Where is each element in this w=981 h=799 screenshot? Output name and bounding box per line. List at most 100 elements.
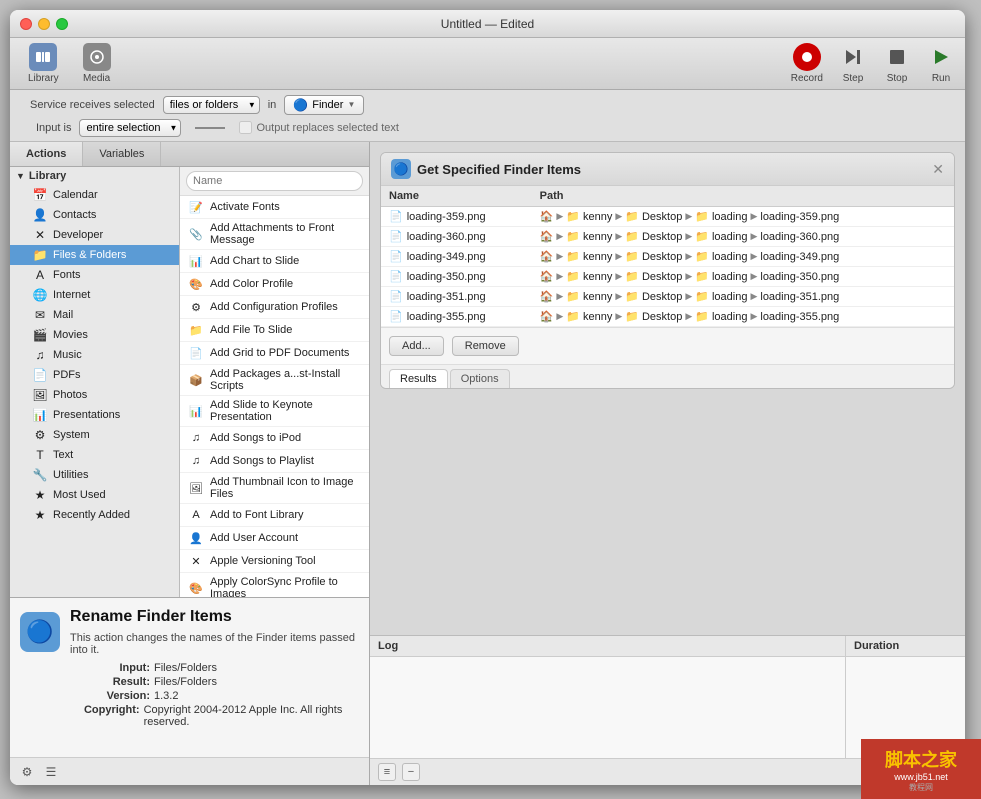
actions-container: 📝Activate Fonts📎Add Attachments to Front… <box>180 196 369 597</box>
table-row[interactable]: 📄loading-355.png 🏠 ▶ 📁 kenny ▶ 📁 Desktop… <box>381 307 954 327</box>
table-row[interactable]: 📄loading-350.png 🏠 ▶ 📁 kenny ▶ 📁 Desktop… <box>381 267 954 287</box>
action-item[interactable]: 📁Add File To Slide <box>180 319 369 342</box>
version-value: 1.3.2 <box>154 690 178 702</box>
action-item[interactable]: 📄Add Grid to PDF Documents <box>180 342 369 365</box>
tab-options[interactable]: Options <box>450 369 510 388</box>
main-window: Untitled — Edited Library Media Record <box>10 10 965 785</box>
sidebar-items-container: 📅Calendar👤Contacts✕Developer📁Files & Fol… <box>10 185 179 525</box>
gear-button[interactable]: ⚙ <box>18 763 36 781</box>
library-section-header[interactable]: ▼ Library <box>10 167 179 185</box>
action-card: 🔵 Get Specified Finder Items ✕ Name Path <box>380 152 955 389</box>
maximize-button[interactable] <box>56 18 68 30</box>
actions-list: 📝Activate Fonts📎Add Attachments to Front… <box>180 167 369 597</box>
sidebar-item-mail[interactable]: ✉Mail <box>10 305 179 325</box>
table-row[interactable]: 📄loading-359.png 🏠 ▶ 📁 kenny ▶ 📁 Desktop… <box>381 207 954 227</box>
table-row[interactable]: 📄loading-349.png 🏠 ▶ 📁 kenny ▶ 📁 Desktop… <box>381 247 954 267</box>
table-row[interactable]: 📄loading-351.png 🏠 ▶ 📁 kenny ▶ 📁 Desktop… <box>381 287 954 307</box>
library-panel: ▼ Library 📅Calendar👤Contacts✕Developer📁F… <box>10 167 369 597</box>
sidebar-item-calendar[interactable]: 📅Calendar <box>10 185 179 205</box>
step-label: Step <box>843 73 864 84</box>
search-input[interactable] <box>186 171 363 191</box>
output-replaces-label: Output replaces selected text <box>256 122 398 134</box>
sidebar-item-pdfs[interactable]: 📄PDFs <box>10 365 179 385</box>
sidebar-item-music[interactable]: ♫Music <box>10 345 179 365</box>
tab-results[interactable]: Results <box>389 369 448 388</box>
action-item[interactable]: 📊Add Chart to Slide <box>180 250 369 273</box>
sidebar-item-utilities[interactable]: 🔧Utilities <box>10 465 179 485</box>
action-item[interactable]: 📦Add Packages a...st-Install Scripts <box>180 365 369 396</box>
minimize-button[interactable] <box>38 18 50 30</box>
library-button[interactable]: Library <box>20 39 67 88</box>
step-button[interactable]: Step <box>839 43 867 84</box>
input-is-label: Input is <box>36 122 71 134</box>
sidebar-item-internet[interactable]: 🌐Internet <box>10 285 179 305</box>
log-clear-btn[interactable]: − <box>402 763 420 781</box>
remove-button[interactable]: Remove <box>452 336 519 356</box>
list-button[interactable]: ☰ <box>42 763 60 781</box>
action-item[interactable]: ✕Apple Versioning Tool <box>180 550 369 573</box>
copyright-label: Copyright: <box>70 704 140 728</box>
service-bar: Service receives selected files or folde… <box>10 90 965 142</box>
action-item[interactable]: 🎨Apply ColorSync Profile to Images <box>180 573 369 597</box>
action-item[interactable]: 📊Add Slide to Keynote Presentation <box>180 396 369 427</box>
sidebar-item-presentations[interactable]: 📊Presentations <box>10 405 179 425</box>
record-button[interactable]: Record <box>791 43 823 84</box>
library-section-label: Library <box>29 170 66 182</box>
action-item[interactable]: 📝Activate Fonts <box>180 196 369 219</box>
titlebar: Untitled — Edited <box>10 10 965 38</box>
stop-button[interactable]: Stop <box>883 43 911 84</box>
traffic-lights <box>20 18 68 30</box>
sidebar-item-text[interactable]: TText <box>10 445 179 465</box>
log-header: Log Duration <box>370 636 965 657</box>
sidebar-item-most-used[interactable]: ★Most Used <box>10 485 179 505</box>
action-item[interactable]: ⚙Add Configuration Profiles <box>180 296 369 319</box>
input-select[interactable]: entire selection <box>79 119 181 137</box>
file-name-cell: 📄loading-359.png <box>381 207 532 227</box>
action-item[interactable]: 👤Add User Account <box>180 527 369 550</box>
log-label: Log <box>370 636 845 656</box>
card-header: 🔵 Get Specified Finder Items ✕ <box>381 153 954 186</box>
card-close-button[interactable]: ✕ <box>932 161 944 178</box>
log-list-btn[interactable]: ≡ <box>378 763 396 781</box>
rename-title: Rename Finder Items <box>70 608 359 626</box>
table-row[interactable]: 📄loading-360.png 🏠 ▶ 📁 kenny ▶ 📁 Desktop… <box>381 227 954 247</box>
add-button[interactable]: Add... <box>389 336 444 356</box>
action-item[interactable]: ♫Add Songs to iPod <box>180 427 369 450</box>
bottom-info: Rename Finder Items This action changes … <box>70 608 359 730</box>
sidebar-item-movies[interactable]: 🎬Movies <box>10 325 179 345</box>
sidebar-item-files-&-folders[interactable]: 📁Files & Folders <box>10 245 179 265</box>
receives-select[interactable]: files or folders <box>163 96 260 114</box>
sidebar-item-photos[interactable]: 🖼Photos <box>10 385 179 405</box>
sidebar: ▼ Library 📅Calendar👤Contacts✕Developer📁F… <box>10 167 180 597</box>
action-item[interactable]: 🎨Add Color Profile <box>180 273 369 296</box>
toolbar: Library Media Record Step <box>10 38 965 90</box>
col-path: Path <box>532 186 954 207</box>
stop-icon <box>883 43 911 71</box>
workflow-area: 🔵 Get Specified Finder Items ✕ Name Path <box>370 142 965 635</box>
sidebar-item-recently-added[interactable]: ★Recently Added <box>10 505 179 525</box>
output-replaces-checkbox[interactable] <box>239 121 252 134</box>
version-label: Version: <box>70 690 150 702</box>
action-item[interactable]: 🖼Add Thumbnail Icon to Image Files <box>180 473 369 504</box>
rename-icon: 🔵 <box>20 612 60 652</box>
sidebar-item-system[interactable]: ⚙System <box>10 425 179 445</box>
window-title: Untitled — Edited <box>441 17 534 31</box>
media-button[interactable]: Media <box>75 39 119 88</box>
sidebar-item-developer[interactable]: ✕Developer <box>10 225 179 245</box>
finder-select[interactable]: 🔵 Finder ▼ <box>284 95 364 115</box>
media-icon <box>83 43 111 71</box>
search-bar <box>180 167 369 196</box>
watermark: 脚本之家 www.jb51.net 教程网 <box>861 739 981 799</box>
tab-variables[interactable]: Variables <box>83 142 161 166</box>
action-item[interactable]: ♫Add Songs to Playlist <box>180 450 369 473</box>
main-content: Actions Variables ▼ Library 📅Calendar👤Co… <box>10 142 965 785</box>
sidebar-item-contacts[interactable]: 👤Contacts <box>10 205 179 225</box>
tab-actions[interactable]: Actions <box>10 142 83 166</box>
bottom-meta: Input: Files/Folders Result: Files/Folde… <box>70 662 359 728</box>
sidebar-item-fonts[interactable]: AFonts <box>10 265 179 285</box>
action-item[interactable]: AAdd to Font Library <box>180 504 369 527</box>
close-button[interactable] <box>20 18 32 30</box>
run-button[interactable]: Run <box>927 43 955 84</box>
right-panel: 🔵 Get Specified Finder Items ✕ Name Path <box>370 142 965 785</box>
action-item[interactable]: 📎Add Attachments to Front Message <box>180 219 369 250</box>
